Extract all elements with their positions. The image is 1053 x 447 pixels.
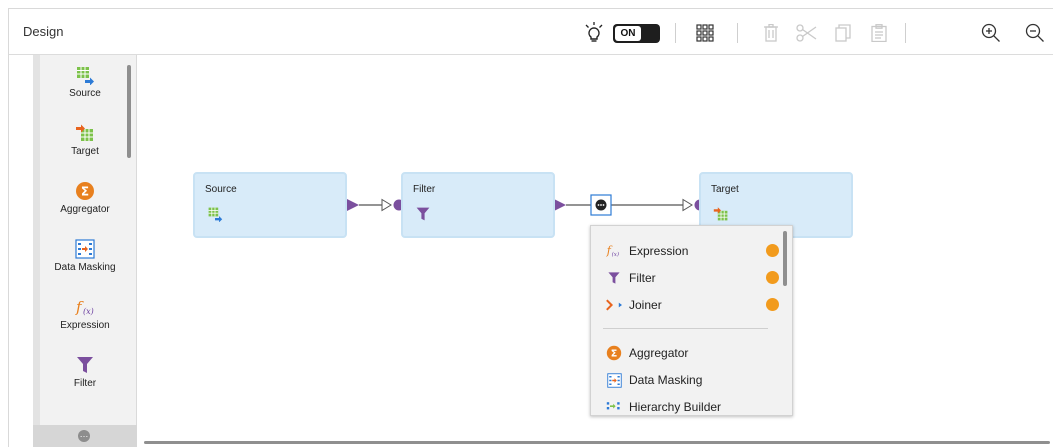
filter-icon — [75, 355, 95, 375]
palette-item-label: Data Masking — [54, 262, 116, 273]
palette-item-aggregator[interactable]: Σ Aggregator — [43, 181, 127, 215]
aggregator-icon: Σ — [606, 345, 622, 361]
recommended-badge-icon — [766, 271, 779, 284]
palette-item-source[interactable]: Source — [43, 65, 127, 99]
recommendations-toggle[interactable]: ON — [613, 24, 660, 43]
grid-icon[interactable] — [693, 21, 717, 45]
palette-item-label: Aggregator — [60, 204, 110, 215]
source-output-port — [347, 199, 359, 211]
palette-edge — [33, 55, 40, 447]
copy-icon[interactable] — [831, 21, 855, 45]
filter-output-port — [554, 199, 566, 211]
target-icon — [713, 206, 729, 222]
toolbar-divider — [675, 23, 676, 43]
paste-icon[interactable] — [867, 21, 891, 45]
recommended-badge-icon — [766, 298, 779, 311]
filter-icon — [415, 206, 431, 222]
menu-item-joiner[interactable]: Joiner — [606, 296, 779, 314]
design-panel: Design ON Source Target Σ Aggregator Dat… — [8, 8, 1053, 447]
palette-item-target[interactable]: Target — [43, 123, 127, 157]
aggregator-icon: Σ — [75, 181, 95, 201]
recommendation-bulb-icon[interactable] — [582, 21, 606, 45]
panel-title: Design — [23, 24, 64, 39]
menu-item-data-masking[interactable]: Data Masking — [606, 371, 702, 389]
mapping-canvas[interactable]: Source Filter Target f (x) Expression Fi… — [138, 55, 1053, 447]
menu-item-label: Aggregator — [629, 346, 689, 360]
menu-item-label: Hierarchy Builder — [629, 400, 722, 414]
more-icon: … — [78, 430, 90, 442]
scissors-icon[interactable] — [795, 21, 819, 45]
palette-item-label: Filter — [73, 378, 97, 389]
expression-icon: f (x) — [606, 243, 622, 259]
filter-icon — [606, 270, 622, 286]
menu-item-label: Expression — [629, 244, 689, 258]
transformation-palette: Source Target Σ Aggregator Data Masking … — [33, 55, 137, 447]
toolbar-divider — [905, 23, 906, 43]
source-icon — [75, 65, 95, 86]
node-source[interactable]: Source — [193, 172, 347, 238]
hierarchy-builder-icon — [606, 399, 622, 415]
design-header: Design ON — [9, 9, 1053, 55]
svg-text:Σ: Σ — [81, 185, 89, 199]
joiner-icon — [606, 297, 622, 313]
node-label: Target — [711, 184, 739, 195]
add-transformation-menu: f (x) Expression Filter Joiner Σ Aggrega… — [590, 225, 793, 416]
toggle-label: ON — [615, 26, 641, 41]
node-label: Source — [205, 184, 237, 195]
zoom-in-icon[interactable] — [979, 21, 1003, 45]
menu-divider — [603, 328, 768, 329]
menu-scrollbar[interactable] — [783, 231, 787, 286]
target-icon — [75, 123, 95, 143]
menu-item-label: Joiner — [629, 298, 662, 312]
zoom-out-icon[interactable] — [1023, 21, 1047, 45]
palette-more-button[interactable]: … — [33, 425, 137, 447]
svg-text:Σ: Σ — [611, 349, 618, 360]
expression-icon: f (x) — [75, 297, 95, 317]
source-icon — [207, 206, 223, 223]
menu-item-label: Data Masking — [629, 373, 703, 387]
menu-item-label: Filter — [629, 271, 656, 285]
palette-item-data-masking[interactable]: Data Masking — [43, 239, 127, 273]
palette-item-label: Target — [71, 146, 99, 157]
target-input-arrow — [682, 198, 693, 212]
palette-item-label: Source — [69, 88, 101, 99]
node-label: Filter — [413, 184, 436, 195]
node-filter[interactable]: Filter — [401, 172, 555, 238]
canvas-horizontal-scrollbar[interactable] — [144, 441, 1050, 444]
svg-text:(x): (x) — [612, 251, 620, 258]
palette-scrollbar[interactable] — [127, 65, 131, 158]
menu-item-filter[interactable]: Filter — [606, 269, 779, 287]
menu-item-expression[interactable]: f (x) Expression — [606, 242, 779, 260]
recommended-badge-icon — [766, 244, 779, 257]
toolbar-divider — [737, 23, 738, 43]
palette-item-filter[interactable]: Filter — [43, 355, 127, 389]
data-masking-icon — [606, 372, 622, 388]
menu-item-hierarchy-builder[interactable]: Hierarchy Builder — [606, 398, 722, 415]
palette-item-label: Expression — [60, 320, 110, 331]
trash-icon[interactable] — [759, 21, 783, 45]
svg-text:(x): (x) — [83, 307, 94, 316]
filter-input-arrow — [381, 198, 392, 212]
palette-item-expression[interactable]: f (x) Expression — [43, 297, 127, 331]
menu-item-aggregator[interactable]: Σ Aggregator — [606, 344, 688, 362]
data-masking-icon — [75, 239, 95, 259]
